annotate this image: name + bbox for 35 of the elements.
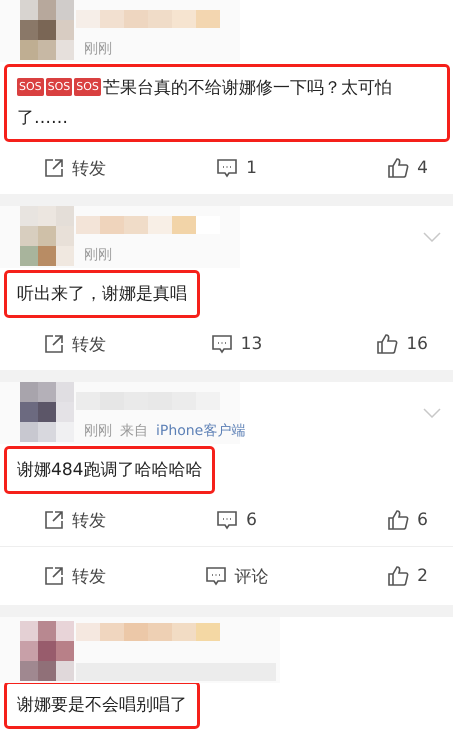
share-button[interactable]: 转发 — [44, 156, 106, 180]
comment-icon — [204, 566, 226, 586]
comment-text: SOS SOS SOS 芒果台真的不给谢娜修一下吗？太可怕了…… — [4, 64, 450, 142]
post-time: 刚刚 — [84, 422, 112, 440]
share-button[interactable]: 转发 — [44, 508, 106, 532]
like-button[interactable]: 2 — [387, 565, 428, 587]
share-icon — [44, 158, 64, 178]
comment-button[interactable]: 1 — [216, 158, 257, 178]
thumbs-up-icon — [387, 509, 410, 531]
comment-button[interactable]: 6 — [216, 510, 257, 530]
comment-icon — [216, 158, 238, 178]
chevron-down-icon[interactable] — [423, 232, 441, 242]
like-button[interactable]: 4 — [387, 157, 428, 179]
thumbs-up-icon — [387, 157, 410, 179]
comment-button[interactable]: 评论 — [204, 564, 268, 588]
comment-text: 听出来了，谢娜是真唱 — [4, 270, 200, 318]
like-button[interactable]: 16 — [376, 333, 428, 355]
share-icon — [44, 566, 64, 586]
share-button[interactable]: 转发 — [44, 564, 106, 588]
thumbs-up-icon — [376, 333, 398, 355]
comment-button[interactable]: 13 — [210, 334, 262, 354]
share-button[interactable]: 转发 — [44, 332, 106, 356]
post-time: 刚刚 — [84, 40, 112, 58]
thumbs-up-icon — [387, 565, 410, 587]
share-icon — [44, 334, 64, 354]
like-button[interactable]: 6 — [387, 509, 428, 531]
post-time: 刚刚 — [84, 246, 112, 264]
share-icon — [44, 510, 64, 530]
comment-text: 谢娜484跑调了哈哈哈哈 — [4, 446, 216, 494]
comment-icon — [210, 334, 233, 354]
comment-icon — [216, 510, 238, 530]
source-link[interactable]: iPhone客户端 — [156, 422, 246, 440]
source-label: 来自 — [120, 422, 148, 440]
comment-text: 谢娜要是不会唱别唱了 — [4, 681, 200, 729]
chevron-down-icon[interactable] — [423, 408, 441, 418]
